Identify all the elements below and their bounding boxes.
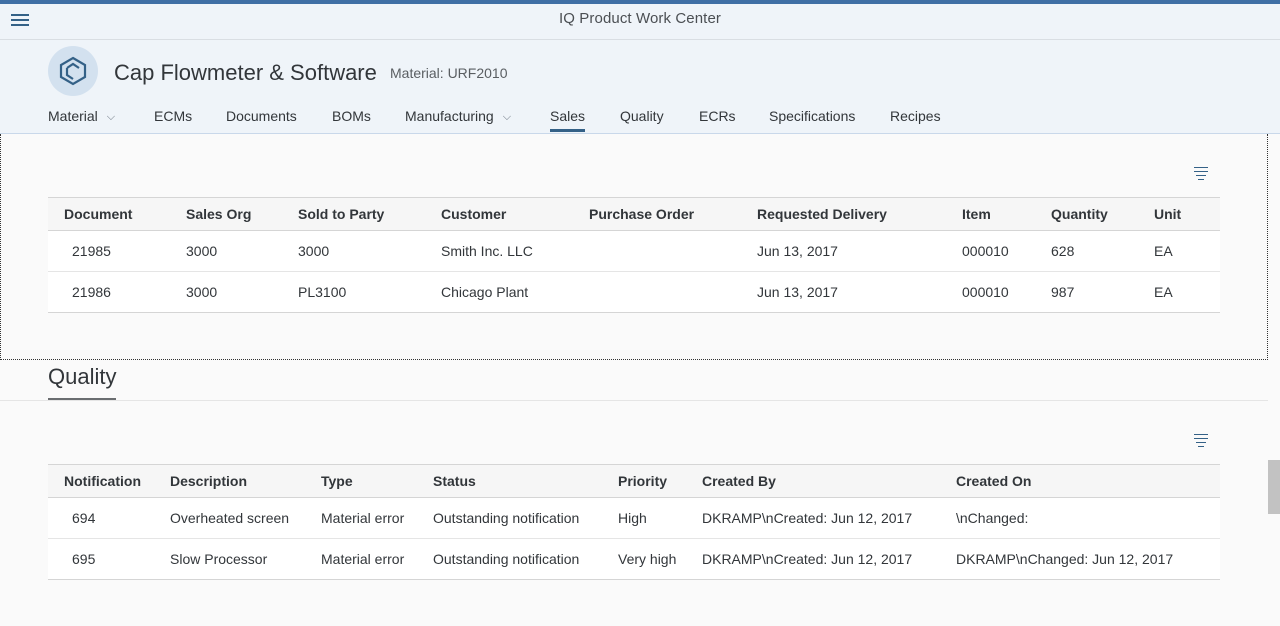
avatar: [48, 46, 98, 96]
quantity-cell: 987: [1035, 271, 1138, 313]
column-header[interactable]: Customer: [425, 197, 573, 231]
column-header[interactable]: Purchase Order: [573, 197, 741, 231]
priority-cell: High: [602, 497, 686, 539]
notification-link[interactable]: 695: [48, 538, 154, 580]
table-row[interactable]: 21985 3000 3000 Smith Inc. LLC Jun 13, 2…: [48, 230, 1220, 272]
purchase-order-cell: [573, 230, 741, 272]
requested-delivery-cell: Jun 13, 2017: [741, 271, 946, 313]
table-row[interactable]: 694 Overheated screen Material error Out…: [48, 497, 1220, 539]
selected-tab-indicator: [550, 129, 585, 132]
created-by-cell: DKRAMP\nCreated: Jun 12, 2017: [686, 538, 940, 580]
chevron-down-icon: ⌵: [106, 111, 116, 123]
item-cell: 000010: [946, 271, 1035, 313]
sales-table: Document Sales Org Sold to Party Custome…: [48, 197, 1220, 313]
column-header[interactable]: Sales Org: [170, 197, 282, 231]
table-settings-icon[interactable]: [1194, 434, 1208, 448]
column-header[interactable]: Document: [48, 197, 170, 231]
column-header[interactable]: Status: [417, 464, 602, 498]
app-title: IQ Product Work Center: [559, 10, 721, 27]
description-cell: Overheated screen: [154, 497, 305, 539]
purchase-order-cell: [573, 271, 741, 313]
tab-manufacturing[interactable]: Manufacturing ⌵: [405, 108, 511, 124]
table-row[interactable]: 21986 3000 PL3100 Chicago Plant Jun 13, …: [48, 271, 1220, 313]
type-cell: Material error: [305, 538, 417, 580]
document-link[interactable]: 21986: [48, 271, 170, 313]
chevron-down-icon: ⌵: [502, 111, 512, 123]
table-header-row: Document Sales Org Sold to Party Custome…: [48, 197, 1220, 231]
column-header[interactable]: Notification: [48, 464, 154, 498]
table-row[interactable]: 695 Slow Processor Material error Outsta…: [48, 538, 1220, 580]
section-title-quality: Quality: [48, 364, 117, 389]
page-title: Cap Flowmeter & Software: [114, 60, 377, 85]
customer-cell: Chicago Plant: [425, 271, 573, 313]
column-header[interactable]: Created By: [686, 464, 940, 498]
status-cell: Outstanding notification: [417, 497, 602, 539]
column-header[interactable]: Unit: [1138, 197, 1220, 231]
divider: [0, 400, 1268, 401]
created-on-cell: DKRAMP\nChanged: Jun 12, 2017: [940, 538, 1220, 580]
tab-sales[interactable]: Sales: [550, 108, 585, 124]
table-settings-icon[interactable]: [1194, 167, 1208, 181]
unit-cell: EA: [1138, 230, 1220, 272]
column-header[interactable]: Item: [946, 197, 1035, 231]
tab-material[interactable]: Material ⌵: [48, 108, 115, 124]
customer-cell: Smith Inc. LLC: [425, 230, 573, 272]
requested-delivery-cell: Jun 13, 2017: [741, 230, 946, 272]
unit-cell: EA: [1138, 271, 1220, 313]
table-header-row: Notification Description Type Status Pri…: [48, 464, 1220, 498]
type-cell: Material error: [305, 497, 417, 539]
tab-documents[interactable]: Documents: [226, 108, 297, 124]
column-header[interactable]: Sold to Party: [282, 197, 425, 231]
created-by-cell: DKRAMP\nCreated: Jun 12, 2017: [686, 497, 940, 539]
status-cell: Outstanding notification: [417, 538, 602, 580]
priority-cell: Very high: [602, 538, 686, 580]
sales-org-cell: 3000: [170, 230, 282, 272]
column-header[interactable]: Type: [305, 464, 417, 498]
object-header: Cap Flowmeter & Software Material: URF20…: [0, 40, 1280, 134]
cube-icon: [59, 56, 87, 86]
quality-table: Notification Description Type Status Pri…: [48, 464, 1220, 580]
column-header[interactable]: Description: [154, 464, 305, 498]
description-cell: Slow Processor: [154, 538, 305, 580]
shell-bar: IQ Product Work Center: [0, 0, 1280, 40]
column-header[interactable]: Requested Delivery: [741, 197, 946, 231]
notification-link[interactable]: 694: [48, 497, 154, 539]
tab-quality[interactable]: Quality: [620, 108, 664, 124]
tab-label: Manufacturing: [405, 108, 494, 124]
tab-ecrs[interactable]: ECRs: [699, 108, 736, 124]
created-on-cell: \nChanged:: [940, 497, 1220, 539]
tab-ecms[interactable]: ECMs: [154, 108, 192, 124]
column-header[interactable]: Priority: [602, 464, 686, 498]
quantity-cell: 628: [1035, 230, 1138, 272]
section-title-underline: [48, 398, 116, 400]
tab-boms[interactable]: BOMs: [332, 108, 371, 124]
sold-to-party-cell: 3000: [282, 230, 425, 272]
scrollbar-thumb[interactable]: [1268, 460, 1280, 514]
sales-org-cell: 3000: [170, 271, 282, 313]
column-header[interactable]: Quantity: [1035, 197, 1138, 231]
document-link[interactable]: 21985: [48, 230, 170, 272]
tab-specifications[interactable]: Specifications: [769, 108, 855, 124]
tab-label: Material: [48, 108, 98, 124]
column-header[interactable]: Created On: [940, 464, 1220, 498]
item-cell: 000010: [946, 230, 1035, 272]
tab-recipes[interactable]: Recipes: [890, 108, 941, 124]
sold-to-party-cell: PL3100: [282, 271, 425, 313]
material-label: Material: URF2010: [390, 65, 508, 81]
